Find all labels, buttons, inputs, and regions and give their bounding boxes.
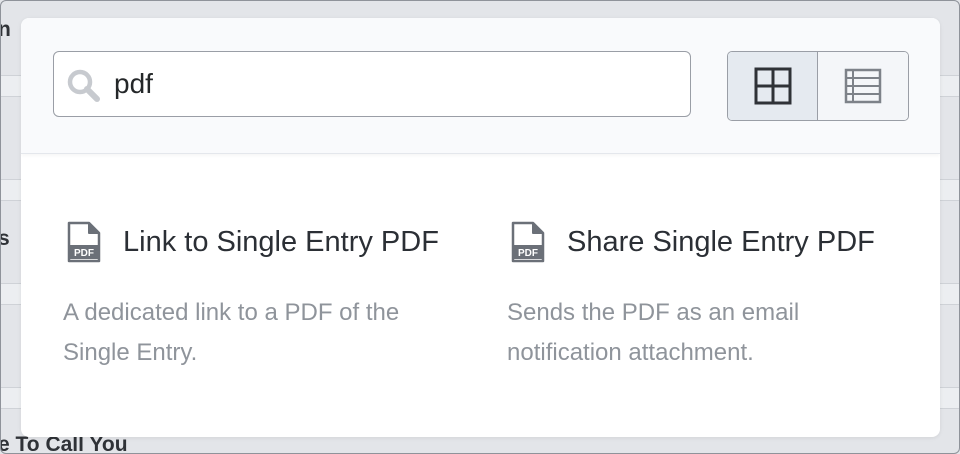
description-line: A dedicated link to a PDF of the [63,299,400,326]
card-description: Sends the PDF as an email notification a… [507,293,907,373]
view-toggle [727,51,909,121]
card-title-row: PDF Share Single Entry PDF [465,218,885,266]
search-box[interactable] [53,51,691,117]
grid-view-button[interactable] [728,52,818,120]
description-line: Sends the PDF as an email [507,299,800,326]
add-feed-modal: PDF Link to Single Entry PDF A dedicated… [21,18,940,437]
background-label: s [1,227,10,251]
pdf-icon-label: PDF [74,248,94,259]
description-line: Single Entry. [63,339,198,366]
description-line: notification attachment. [507,339,754,366]
grid-view-icon [754,67,791,105]
background-label: n [1,18,11,42]
search-input[interactable] [114,62,674,106]
feed-option-share-pdf[interactable]: PDF Share Single Entry PDF Sends the PDF… [465,218,885,373]
pdf-icon-label: PDF [518,248,538,259]
card-title: Share Single Entry PDF [567,225,875,258]
pdf-file-icon: PDF [511,221,545,263]
window-frame: n s e To Call You [0,0,960,454]
feed-option-link-pdf[interactable]: PDF Link to Single Entry PDF A dedicated… [21,218,441,373]
search-icon [67,69,100,102]
modal-header [21,18,940,154]
pdf-file-icon: PDF [67,221,101,263]
card-title: Link to Single Entry PDF [123,225,439,258]
card-description: A dedicated link to a PDF of the Single … [63,293,463,373]
card-title-row: PDF Link to Single Entry PDF [21,218,441,266]
list-view-button[interactable] [818,52,908,120]
list-view-icon [844,68,882,104]
